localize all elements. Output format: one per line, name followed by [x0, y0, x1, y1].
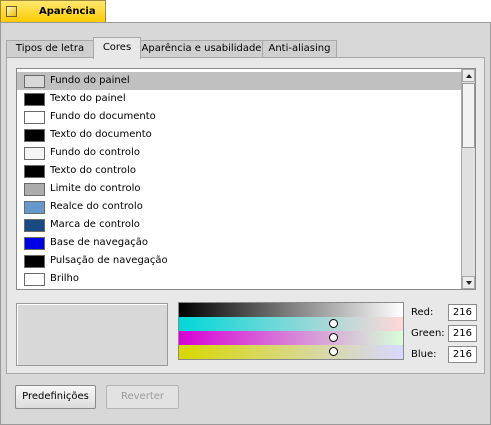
- red-label: Red:: [411, 307, 434, 318]
- color-list-item[interactable]: Fundo do controlo: [17, 144, 462, 162]
- color-list-item[interactable]: Marca de controlo: [17, 216, 462, 234]
- color-swatch: [24, 255, 45, 268]
- color-swatch: [24, 273, 45, 286]
- tab-look-and-feel[interactable]: Aparência e usabilidade: [140, 40, 263, 58]
- tab-fonts[interactable]: Tipos de letra: [6, 40, 94, 58]
- color-preview-swatch[interactable]: [16, 303, 168, 366]
- color-list-item[interactable]: Pulsação de navegação: [17, 252, 462, 270]
- color-swatch: [24, 129, 45, 142]
- color-list-item[interactable]: Texto do controlo: [17, 162, 462, 180]
- revert-button[interactable]: Reverter: [106, 385, 179, 409]
- color-list-item[interactable]: Fundo do painel: [17, 72, 462, 90]
- color-item-label: Texto do controlo: [50, 165, 136, 176]
- scroll-up-button[interactable]: [462, 69, 475, 82]
- arrow-down-icon: [466, 281, 472, 285]
- scrollbar-thumb[interactable]: [462, 83, 475, 148]
- gray-ramp[interactable]: [179, 303, 403, 317]
- color-item-label: Realce do controlo: [50, 201, 143, 212]
- appearance-window: Tipos de letra Cores Aparência e usabili…: [0, 22, 491, 425]
- color-list-item[interactable]: [17, 288, 462, 289]
- scroll-down-button[interactable]: [462, 276, 475, 289]
- blue-slider-knob[interactable]: [329, 347, 338, 356]
- color-list-item[interactable]: Texto do painel: [17, 90, 462, 108]
- window-tab[interactable]: Aparência: [0, 0, 106, 22]
- color-control[interactable]: [178, 302, 404, 360]
- color-item-label: Fundo do painel: [50, 75, 130, 86]
- color-item-label: Texto do documento: [50, 129, 152, 140]
- red-input[interactable]: 216: [448, 304, 477, 321]
- color-swatch: [24, 165, 45, 178]
- green-slider-knob[interactable]: [329, 333, 338, 342]
- defaults-button[interactable]: Predefinições: [15, 385, 96, 409]
- red-slider-knob[interactable]: [329, 319, 338, 328]
- color-swatch: [24, 111, 45, 124]
- color-swatch: [24, 237, 45, 250]
- color-list-item[interactable]: Limite do controlo: [17, 180, 462, 198]
- tab-bar: Tipos de letra Cores Aparência e usabili…: [6, 37, 485, 59]
- color-item-label: Pulsação de navegação: [50, 255, 168, 266]
- red-ramp[interactable]: [179, 317, 403, 331]
- color-list-item[interactable]: Realce do controlo: [17, 198, 462, 216]
- color-item-label: Marca de controlo: [50, 219, 140, 230]
- tab-colors[interactable]: Cores: [93, 37, 141, 59]
- colors-panel: Fundo do painel Texto do painel Fundo do d…: [6, 57, 485, 374]
- color-list-item[interactable]: Fundo do documento: [17, 108, 462, 126]
- color-item-label: Base de navegação: [50, 237, 148, 248]
- color-item-label: Texto do painel: [50, 93, 126, 104]
- color-swatch: [24, 201, 45, 214]
- green-label: Green:: [411, 328, 445, 339]
- close-window-icon[interactable]: [6, 6, 17, 17]
- color-swatch: [24, 219, 45, 232]
- blue-input[interactable]: 216: [448, 346, 477, 363]
- color-list-item[interactable]: Brilho: [17, 270, 462, 288]
- color-list[interactable]: Fundo do painel Texto do painel Fundo do d…: [16, 68, 476, 290]
- arrow-up-icon: [466, 74, 472, 78]
- color-swatch: [24, 93, 45, 106]
- color-item-label: Brilho: [50, 273, 79, 284]
- blue-ramp[interactable]: [179, 345, 403, 359]
- green-ramp[interactable]: [179, 331, 403, 345]
- color-list-item[interactable]: Texto do documento: [17, 126, 462, 144]
- window-title: Aparência: [39, 6, 96, 17]
- color-swatch: [24, 183, 45, 196]
- color-list-item[interactable]: Base de navegação: [17, 234, 462, 252]
- green-input[interactable]: 216: [448, 325, 477, 342]
- blue-label: Blue:: [411, 349, 437, 360]
- color-swatch: [24, 147, 45, 160]
- vertical-scrollbar[interactable]: [461, 69, 475, 289]
- color-item-label: Limite do controlo: [50, 183, 141, 194]
- tab-anti-aliasing[interactable]: Anti-aliasing: [262, 40, 337, 58]
- color-item-label: Fundo do documento: [50, 111, 156, 122]
- color-swatch: [24, 75, 45, 88]
- color-item-label: Fundo do controlo: [50, 147, 140, 158]
